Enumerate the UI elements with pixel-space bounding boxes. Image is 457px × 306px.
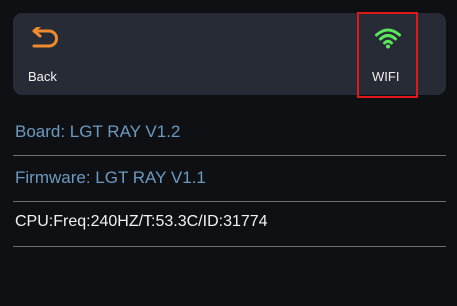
wifi-button-label: WIFI bbox=[372, 69, 400, 84]
back-button[interactable]: Back bbox=[13, 13, 103, 95]
firmware-info-row: Firmware: LGT RAY V1.1 bbox=[13, 158, 446, 202]
board-info-row: Board: LGT RAY V1.2 bbox=[13, 112, 446, 156]
back-arrow-icon bbox=[32, 27, 58, 48]
top-toolbar: Back WIFI bbox=[13, 12, 446, 98]
back-button-label: Back bbox=[28, 69, 57, 84]
cpu-info-text: CPU:Freq:240HZ/T:53.3C/ID:31774 bbox=[15, 213, 268, 230]
wifi-icon bbox=[375, 28, 401, 49]
board-info-text: Board: LGT RAY V1.2 bbox=[15, 122, 181, 141]
firmware-info-text: Firmware: LGT RAY V1.1 bbox=[15, 168, 206, 187]
wifi-button[interactable]: WIFI bbox=[357, 12, 418, 98]
cpu-info-row: CPU:Freq:240HZ/T:53.3C/ID:31774 bbox=[13, 203, 446, 247]
